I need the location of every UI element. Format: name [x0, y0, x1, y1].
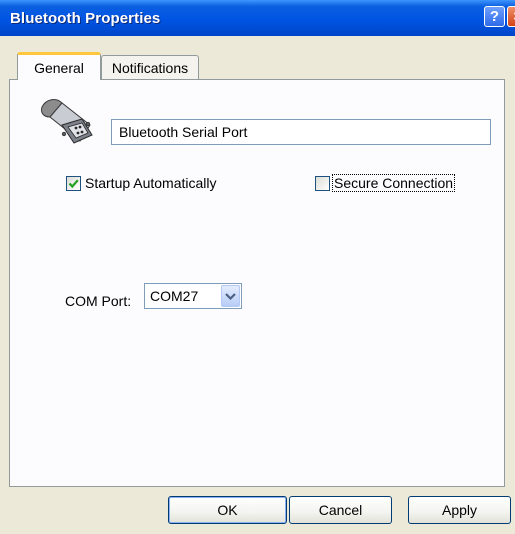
- startup-automatically-label[interactable]: Startup Automatically: [85, 175, 217, 191]
- checkmark-icon: [68, 179, 79, 189]
- ok-button[interactable]: OK: [168, 496, 287, 524]
- serial-port-connector-icon: [41, 99, 93, 144]
- com-port-value: COM27: [150, 288, 199, 304]
- secure-connection-label[interactable]: Secure Connection: [332, 174, 456, 192]
- startup-automatically-checkbox[interactable]: [66, 176, 81, 191]
- secure-connection-checkbox[interactable]: [315, 176, 330, 191]
- window-title: Bluetooth Properties: [10, 10, 161, 27]
- com-port-dropdown-button[interactable]: [221, 285, 240, 307]
- device-name-input[interactable]: [111, 119, 491, 145]
- dialog-window: Bluetooth Properties ? × General Notific…: [0, 0, 515, 534]
- chevron-down-icon: [225, 293, 236, 301]
- title-bar[interactable]: Bluetooth Properties ? ×: [0, 0, 515, 36]
- com-port-label: COM Port:: [65, 293, 132, 309]
- tab-notifications[interactable]: Notifications: [101, 55, 199, 80]
- tab-general[interactable]: General: [17, 52, 101, 80]
- help-button[interactable]: ?: [484, 6, 505, 27]
- cancel-button[interactable]: Cancel: [289, 496, 392, 524]
- apply-button[interactable]: Apply: [408, 496, 511, 524]
- com-port-select[interactable]: COM27: [144, 283, 242, 309]
- close-button[interactable]: ×: [507, 6, 515, 27]
